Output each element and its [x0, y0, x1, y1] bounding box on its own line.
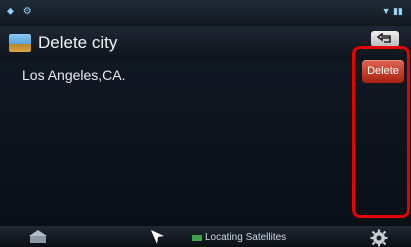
- city-list: [0, 60, 411, 226]
- navigation-icon[interactable]: [149, 228, 167, 246]
- header-bar: Delete city: [0, 26, 411, 61]
- photo-icon: [9, 34, 31, 52]
- page-title: Delete city: [38, 33, 118, 52]
- sat-icon: [192, 235, 202, 241]
- signal-icon: ▼ ▮▮: [381, 6, 403, 16]
- back-icon: [377, 33, 391, 43]
- status-icons: ⬥ ⚙: [7, 6, 35, 17]
- locating-status: Locating Satellites: [205, 232, 287, 243]
- highlight-annotation: [352, 46, 410, 218]
- back-button[interactable]: [371, 31, 399, 47]
- home-icon[interactable]: [28, 230, 48, 244]
- list-item-city: Los Angeles,CA.: [22, 67, 126, 83]
- status-bar: ⬥ ⚙ ▼ ▮▮: [0, 0, 411, 26]
- settings-icon[interactable]: [370, 229, 388, 247]
